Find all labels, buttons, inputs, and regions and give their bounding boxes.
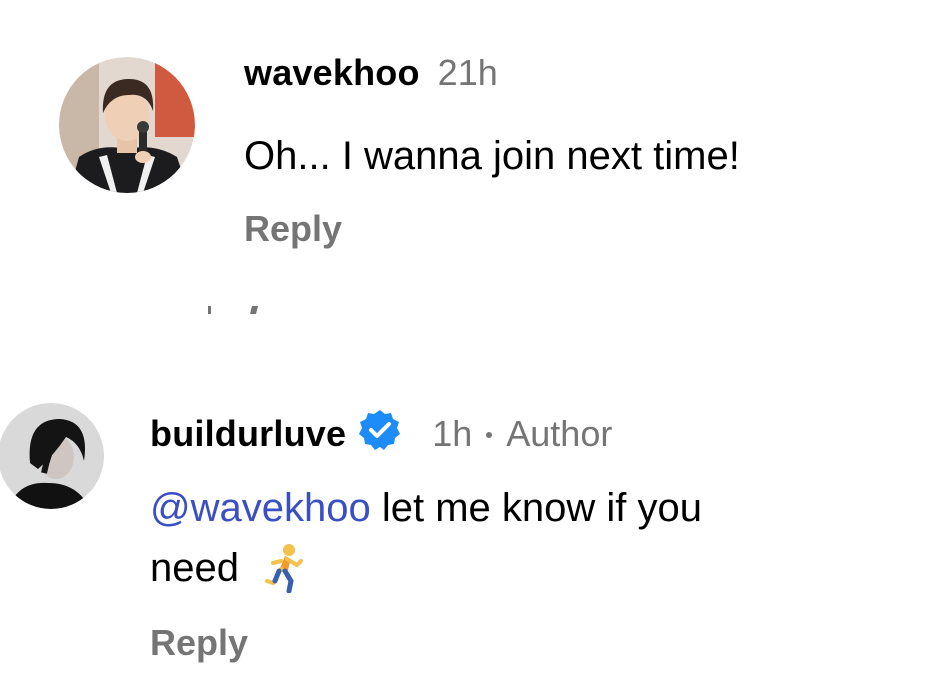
reply-row: Reply [150, 622, 248, 664]
avatar[interactable] [0, 403, 104, 509]
reply-row: Reply [244, 208, 342, 250]
avatar[interactable] [59, 57, 195, 193]
comment-text-line1: @wavekhoo let me know if you [150, 478, 702, 538]
separator-dot [486, 432, 493, 438]
comment-body-continued: need [150, 546, 239, 590]
comment-body: Oh... I wanna join next time! [244, 134, 740, 178]
reply-button[interactable]: Reply [150, 622, 248, 664]
verified-badge-icon [359, 410, 401, 450]
author-label: Author [506, 413, 613, 454]
comment-header: buildurluve 1h Author [150, 402, 612, 455]
comment-header: wavekhoo 21h [244, 52, 498, 94]
person-running-emoji-icon [264, 544, 303, 593]
comment-item: wavekhoo 21h Oh... I wanna join next tim… [0, 0, 948, 300]
profile-photo-icon [59, 57, 195, 193]
comment-text-line2: need [150, 538, 305, 598]
cropped-text-fragment [208, 306, 258, 314]
comment-text: Oh... I wanna join next time! [244, 126, 740, 186]
reply-button[interactable]: Reply [244, 208, 342, 250]
timestamp[interactable]: 1h [432, 413, 472, 455]
timestamp[interactable]: 21h [438, 52, 498, 94]
profile-photo-icon [0, 403, 104, 509]
comment-body: let me know if you [370, 486, 702, 530]
mention-link[interactable]: @wavekhoo [150, 478, 371, 538]
username[interactable]: wavekhoo [244, 52, 420, 94]
username[interactable]: buildurluve [150, 413, 346, 455]
